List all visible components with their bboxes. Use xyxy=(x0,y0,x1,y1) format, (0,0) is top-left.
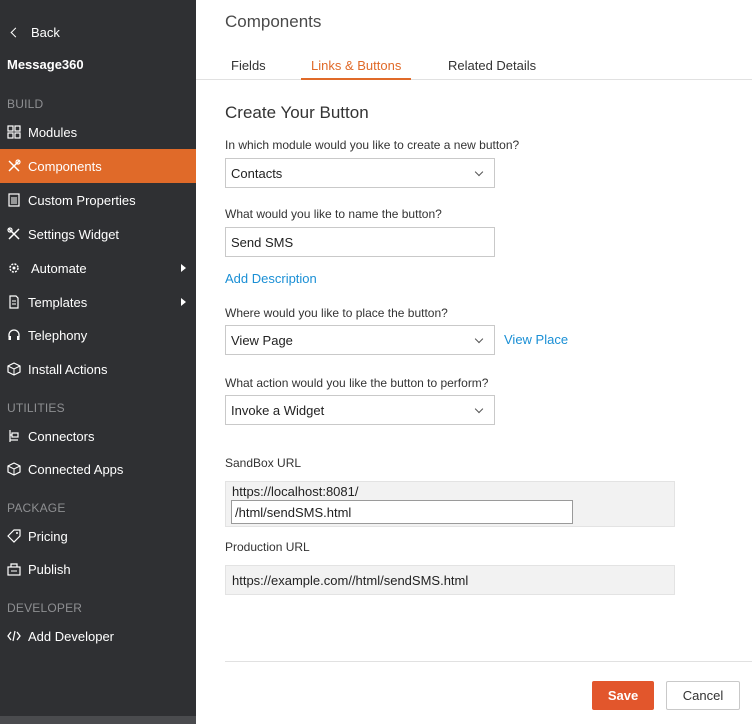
chevron-right-icon xyxy=(181,264,186,272)
modules-icon xyxy=(7,125,21,139)
sidebar-item-templates[interactable]: Templates xyxy=(0,285,196,319)
document-icon xyxy=(7,295,21,309)
sidebar-item-add-developer[interactable]: Add Developer xyxy=(0,619,196,653)
action-select-value: Invoke a Widget xyxy=(231,402,325,418)
sidebar-item-label: Custom Properties xyxy=(28,192,136,208)
box-icon xyxy=(7,362,21,376)
sidebar-item-label: Install Actions xyxy=(28,361,108,377)
back-button[interactable]: Back xyxy=(8,22,60,42)
sidebar: Back Message360 BUILD Modules Components… xyxy=(0,0,196,724)
chevron-left-icon xyxy=(10,27,21,37)
sidebar-scrollbar[interactable] xyxy=(0,716,196,724)
save-button[interactable]: Save xyxy=(592,681,654,710)
tab-links-buttons[interactable]: Links & Buttons xyxy=(301,58,412,80)
sidebar-item-label: Connected Apps xyxy=(28,461,124,477)
place-label: Where would you like to place the button… xyxy=(225,306,448,320)
sidebar-item-label: Pricing xyxy=(28,528,68,544)
tag-icon xyxy=(7,529,21,543)
sidebar-item-connectors[interactable]: Connectors xyxy=(0,419,196,453)
sidebar-item-label: Publish xyxy=(28,561,71,577)
view-place-link[interactable]: View Place xyxy=(504,332,568,347)
code-icon xyxy=(7,629,21,643)
main-content: Components Fields Links & Buttons Relate… xyxy=(196,0,752,724)
sidebar-item-pricing[interactable]: Pricing xyxy=(0,519,196,553)
cancel-button[interactable]: Cancel xyxy=(666,681,740,710)
chevron-down-icon xyxy=(474,167,484,177)
publish-icon xyxy=(7,562,21,576)
headset-icon xyxy=(7,328,21,342)
production-url-field: https://example.com//html/sendSMS.html xyxy=(225,565,675,595)
cube-icon xyxy=(7,462,21,476)
sidebar-item-label: Components xyxy=(28,158,102,174)
sidebar-item-telephony[interactable]: Telephony xyxy=(0,318,196,352)
chevron-right-icon xyxy=(181,298,186,306)
footer-divider xyxy=(225,661,752,662)
module-select[interactable]: Contacts xyxy=(225,158,495,188)
section-developer: DEVELOPER xyxy=(7,601,83,615)
sandbox-url-label: SandBox URL xyxy=(225,456,302,470)
tab-related-details[interactable]: Related Details xyxy=(448,58,536,80)
action-select[interactable]: Invoke a Widget xyxy=(225,395,495,425)
chevron-down-icon xyxy=(474,404,484,414)
production-url-label: Production URL xyxy=(225,540,310,554)
connector-icon xyxy=(7,429,21,443)
tools-icon xyxy=(7,159,21,173)
sidebar-item-label: Connectors xyxy=(28,428,95,444)
sidebar-item-label: Telephony xyxy=(28,327,88,343)
module-label: In which module would you like to create… xyxy=(225,138,520,152)
sidebar-item-modules[interactable]: Modules xyxy=(0,115,196,149)
place-select-value: View Page xyxy=(231,332,293,348)
gear-icon xyxy=(7,261,21,275)
sidebar-item-automate[interactable]: Automate xyxy=(0,251,196,285)
sidebar-item-connected-apps[interactable]: Connected Apps xyxy=(0,452,196,486)
app-name: Message360 xyxy=(7,57,84,72)
sidebar-item-install-actions[interactable]: Install Actions xyxy=(0,352,196,386)
tab-fields[interactable]: Fields xyxy=(231,58,266,80)
sidebar-item-label: Modules xyxy=(28,124,78,140)
page-title: Components xyxy=(225,12,322,31)
form-title: Create Your Button xyxy=(225,103,369,122)
sandbox-url-field: https://localhost:8081/ /html/sendSMS.ht… xyxy=(225,481,675,527)
sidebar-item-label: Add Developer xyxy=(28,628,114,644)
back-label: Back xyxy=(31,24,60,40)
section-package: PACKAGE xyxy=(7,501,66,515)
wrench-icon xyxy=(7,227,21,241)
place-select[interactable]: View Page xyxy=(225,325,495,355)
sidebar-item-custom-properties[interactable]: Custom Properties xyxy=(0,183,196,217)
section-utilities: UTILITIES xyxy=(7,401,65,415)
production-url-value: https://example.com//html/sendSMS.html xyxy=(232,572,469,588)
sandbox-path-input[interactable]: /html/sendSMS.html xyxy=(231,500,573,524)
building-icon xyxy=(7,193,21,207)
sidebar-item-components[interactable]: Components xyxy=(0,149,196,183)
sandbox-path-value: /html/sendSMS.html xyxy=(235,504,352,520)
button-name-value: Send SMS xyxy=(231,234,294,250)
tab-bar: Fields Links & Buttons Related Details xyxy=(196,55,752,80)
action-label: What action would you like the button to… xyxy=(225,376,489,390)
chevron-down-icon xyxy=(474,334,484,344)
sidebar-item-label: Settings Widget xyxy=(28,226,120,242)
sidebar-item-publish[interactable]: Publish xyxy=(0,552,196,586)
module-select-value: Contacts xyxy=(231,165,283,181)
sidebar-item-settings-widget[interactable]: Settings Widget xyxy=(0,217,196,251)
button-name-input[interactable]: Send SMS xyxy=(225,227,495,257)
sidebar-item-label: Automate xyxy=(31,260,87,276)
sidebar-item-label: Templates xyxy=(28,294,88,310)
sandbox-url-base: https://localhost:8081/ xyxy=(232,484,359,499)
add-description-link[interactable]: Add Description xyxy=(225,271,317,286)
section-build: BUILD xyxy=(7,97,44,111)
name-label: What would you like to name the button? xyxy=(225,207,442,221)
